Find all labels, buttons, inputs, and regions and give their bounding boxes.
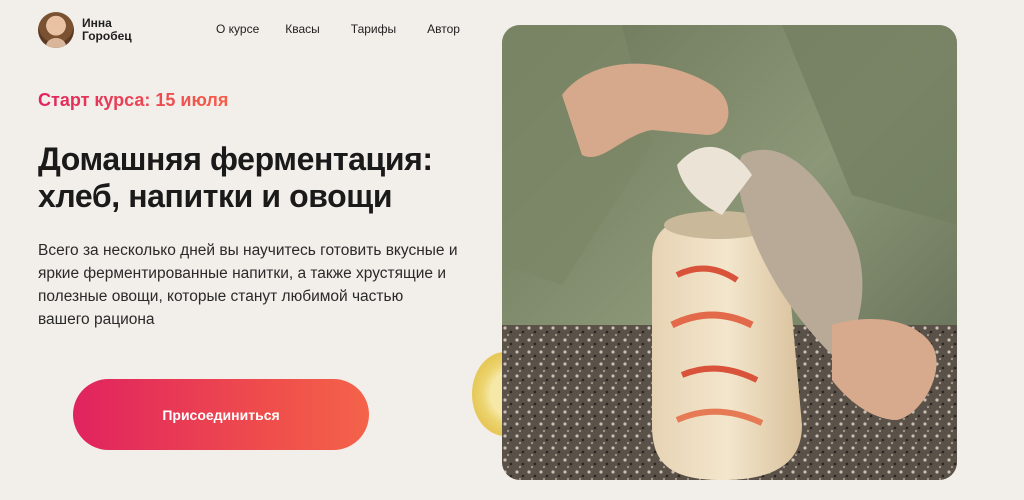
course-start-date: Старт курса: 15 июля (38, 90, 229, 110)
page-title: Домашняя ферментация: хлеб, напитки и ов… (38, 141, 433, 214)
hero-photo (502, 25, 957, 480)
nav-item-pricing[interactable]: Тарифы (351, 22, 396, 36)
brand[interactable]: Инна Горобец (38, 12, 152, 48)
nav-item-author[interactable]: Автор (427, 22, 460, 36)
nav-item-kvass[interactable]: Квасы (285, 22, 320, 36)
nav-item-about[interactable]: О курсе (216, 22, 259, 36)
brand-name: Инна Горобец (82, 16, 132, 43)
fermentation-jar-illustration (502, 25, 957, 480)
avatar (38, 12, 74, 48)
main-nav: О курсе Квасы Тарифы Автор (216, 22, 460, 36)
join-button[interactable]: Присоединиться (73, 379, 369, 450)
hero-description: Всего за несколько дней вы научитесь гот… (38, 242, 458, 328)
